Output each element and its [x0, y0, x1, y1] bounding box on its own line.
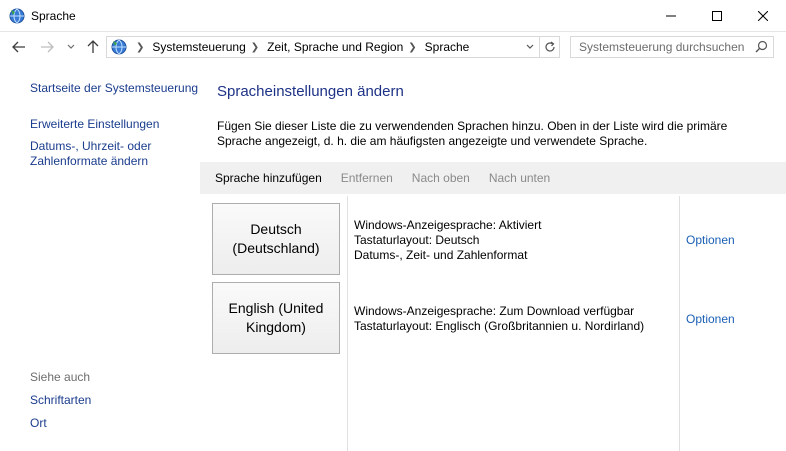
sidebar-home-link[interactable]: Startseite der Systemsteuerung [30, 81, 198, 96]
control-panel-globe-icon [111, 39, 127, 55]
chevron-right-icon[interactable]: ❯ [251, 42, 259, 53]
search-icon[interactable] [752, 39, 770, 55]
language-name: Deutsch (Deutschland) [232, 221, 320, 256]
title-bar: Sprache [0, 0, 786, 32]
close-icon [758, 11, 768, 21]
language-english-button[interactable]: English (United Kingdom) [212, 282, 340, 354]
options-link-deutsch[interactable]: Optionen [686, 233, 735, 247]
search-input[interactable] [579, 39, 749, 55]
chevron-right-icon[interactable]: ❯ [136, 42, 144, 53]
window-title: Sprache [31, 9, 76, 23]
page-description: Fügen Sie dieser Liste die zu verwendend… [217, 119, 728, 148]
minimize-button[interactable] [648, 0, 694, 32]
control-panel-globe-icon [9, 8, 25, 24]
arrow-right-icon [41, 41, 54, 53]
navigation-bar: ❯ Systemsteuerung ❯ Zeit, Sprache und Re… [0, 32, 786, 62]
see-also-heading: Siehe auch [30, 370, 91, 384]
add-language-button[interactable]: Sprache hinzufügen [215, 171, 322, 185]
keyboard-layout: Tastaturlayout: Deutsch [354, 233, 480, 247]
address-bar[interactable]: ❯ Systemsteuerung ❯ Zeit, Sprache und Re… [106, 36, 560, 58]
display-language-status: Windows-Anzeigesprache: Zum Download ver… [354, 304, 635, 318]
language-toolbar: Sprache hinzufügen Entfernen Nach oben N… [200, 162, 786, 194]
refresh-icon [544, 41, 555, 52]
sidebar-link-advanced-settings[interactable]: Erweiterte Einstellungen [30, 117, 159, 132]
column-divider [347, 196, 348, 451]
breadcrumb-systemsteuerung[interactable]: Systemsteuerung [152, 40, 245, 54]
minimize-icon [666, 15, 676, 17]
options-link-english[interactable]: Optionen [686, 312, 735, 326]
language-deutsch-button[interactable]: Deutsch (Deutschland) [212, 203, 340, 275]
main-content: Spracheinstellungen ändern Fügen Sie die… [200, 62, 786, 451]
sidebar-link-fonts[interactable]: Schriftarten [30, 393, 91, 408]
column-divider [679, 196, 680, 451]
sidebar-link-date-time-formats[interactable]: Datums-, Uhrzeit- oder Zahlenformate änd… [30, 139, 180, 169]
page-title: Spracheinstellungen ändern [217, 83, 404, 100]
language-details: Windows-Anzeigesprache: Zum Download ver… [354, 304, 644, 334]
chevron-down-icon [526, 44, 534, 49]
language-details: Windows-Anzeigesprache: Aktiviert Tastat… [354, 218, 541, 263]
move-down-button[interactable]: Nach unten [489, 171, 550, 185]
search-box[interactable] [570, 36, 774, 58]
close-button[interactable] [740, 0, 786, 32]
breadcrumb-zeit-sprache-region[interactable]: Zeit, Sprache und Region [267, 40, 403, 54]
up-button[interactable] [84, 38, 102, 56]
address-history-dropdown[interactable] [521, 37, 539, 57]
remove-button[interactable]: Entfernen [341, 171, 393, 185]
keyboard-layout: Tastaturlayout: Englisch (Großbritannien… [354, 319, 645, 333]
format-info: Datums-, Zeit- und Zahlenformat [354, 248, 528, 262]
language-name: English (United Kingdom) [228, 300, 324, 335]
recent-locations-button[interactable] [64, 38, 78, 56]
sidebar-link-location[interactable]: Ort [30, 416, 47, 431]
arrow-up-icon [87, 40, 99, 53]
chevron-down-icon [67, 44, 75, 49]
chevron-right-icon[interactable]: ❯ [408, 42, 416, 53]
back-button[interactable] [10, 38, 28, 56]
maximize-button[interactable] [694, 0, 740, 32]
move-up-button[interactable]: Nach oben [412, 171, 470, 185]
maximize-icon [712, 11, 722, 21]
sidebar: Startseite der Systemsteuerung Erweitert… [0, 62, 200, 451]
breadcrumb-sprache[interactable]: Sprache [425, 40, 470, 54]
refresh-button[interactable] [539, 37, 559, 57]
forward-button[interactable] [38, 38, 56, 56]
arrow-left-icon [12, 41, 25, 53]
display-language-status: Windows-Anzeigesprache: Aktiviert [354, 218, 542, 232]
breadcrumb: ❯ Systemsteuerung ❯ Zeit, Sprache und Re… [131, 37, 469, 57]
